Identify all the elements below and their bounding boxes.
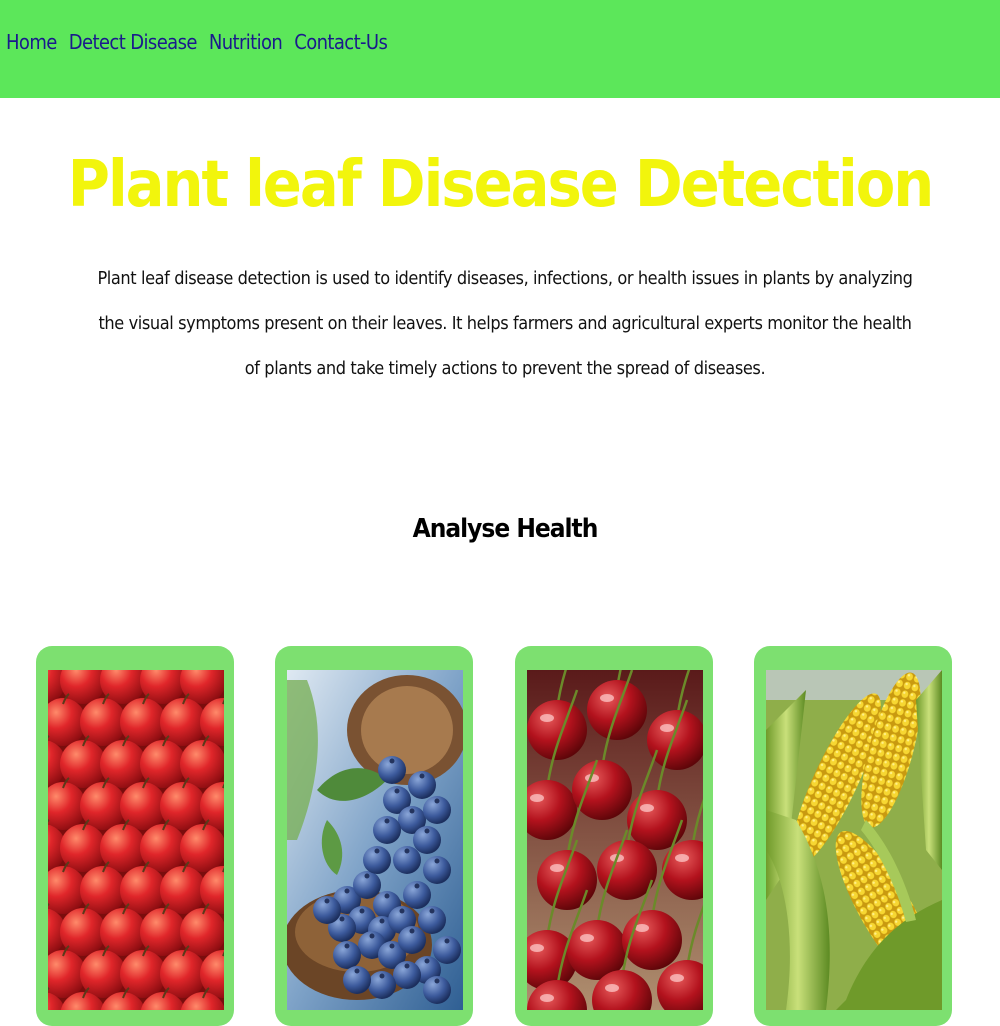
blueberries-illustration: [287, 670, 463, 1010]
cherries-illustration: [527, 670, 703, 1010]
corn-illustration: [766, 670, 942, 1010]
apples-illustration: [48, 670, 224, 1010]
nav-link-detect-disease[interactable]: Detect Disease: [69, 30, 198, 54]
blueberries-image: [287, 670, 463, 1010]
hero-description: Plant leaf disease detection is used to …: [97, 268, 913, 379]
nav-link-nutrition[interactable]: Nutrition: [209, 30, 283, 54]
nav-link-home[interactable]: Home: [6, 30, 57, 54]
card-cherries[interactable]: [515, 646, 713, 1026]
card-corn[interactable]: [754, 646, 952, 1026]
card-apples[interactable]: [36, 646, 234, 1026]
cherries-image: [527, 670, 703, 1010]
page-title: Plant leaf Disease Detection: [67, 148, 935, 222]
nav-link-contact-us[interactable]: Contact-Us: [294, 30, 388, 54]
corn-image: [766, 670, 942, 1010]
apples-image: [48, 670, 224, 1010]
navbar: Home Detect Disease Nutrition Contact-Us: [0, 0, 1000, 98]
nav-links: Home Detect Disease Nutrition Contact-Us: [6, 30, 388, 54]
section-title-analyse-health: Analyse Health: [412, 514, 599, 544]
card-blueberries[interactable]: [275, 646, 473, 1026]
